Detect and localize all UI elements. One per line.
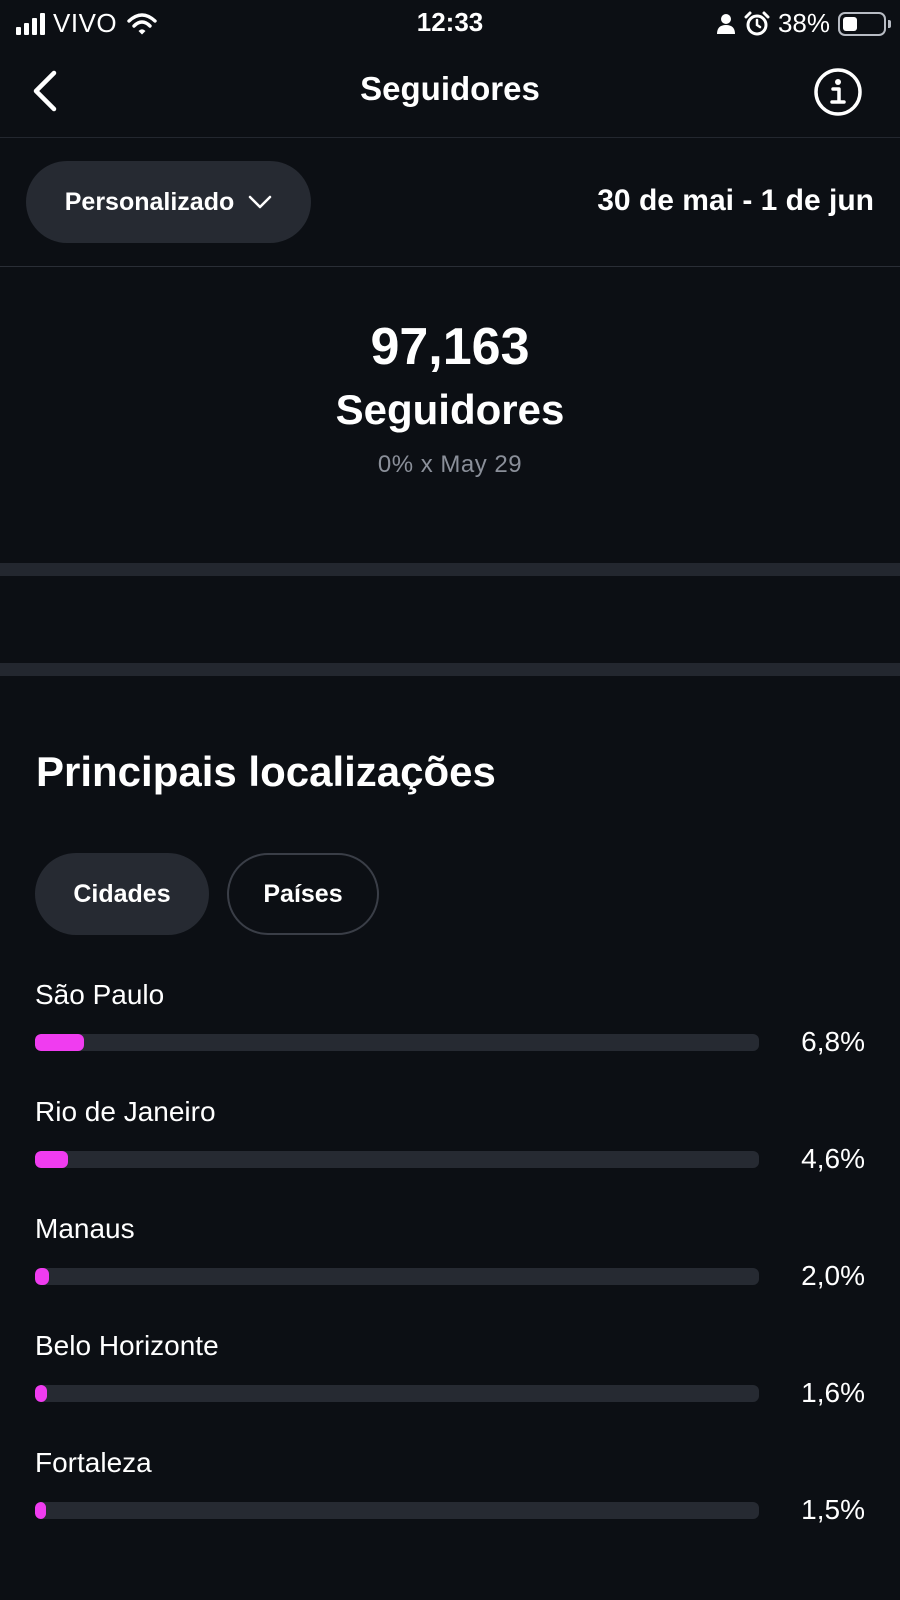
battery-percent: 38% [777, 8, 830, 38]
location-bar-fill [35, 1502, 46, 1519]
location-percent: 1,6% [801, 1377, 865, 1408]
location-bar-track [35, 1151, 759, 1168]
date-range-dropdown-label: Personalizado [64, 187, 235, 216]
location-bar-fill [35, 1385, 47, 1402]
location-name: Fortaleza [35, 1447, 152, 1478]
tab-countries[interactable]: Países [227, 853, 379, 935]
status-right: 38% [716, 8, 891, 39]
location-bar-fill [35, 1034, 84, 1051]
section-divider [0, 563, 900, 576]
tab-cities[interactable]: Cidades [35, 853, 209, 935]
list-item: Belo Horizonte 1,6% [35, 1329, 865, 1446]
location-name: Rio de Janeiro [35, 1096, 216, 1127]
location-percent: 1,5% [801, 1494, 865, 1525]
location-bar-fill [35, 1151, 68, 1168]
battery-icon [838, 11, 891, 36]
info-button[interactable] [812, 66, 864, 118]
comparison-text: 0% x May 29 [377, 451, 523, 478]
battery-nub [888, 19, 891, 28]
location-name: Belo Horizonte [35, 1330, 219, 1361]
top-locations-title: Principais localizações [36, 748, 496, 795]
location-bar-track [35, 1034, 759, 1051]
location-tabs: Cidades Países [35, 853, 379, 935]
location-percent: 4,6% [801, 1143, 865, 1174]
list-item: São Paulo 6,8% [35, 978, 865, 1095]
location-name: São Paulo [35, 979, 165, 1010]
battery-fill [843, 16, 857, 31]
location-bar-track [35, 1385, 759, 1402]
filter-row: Personalizado 30 de mai - 1 de jun [0, 138, 900, 267]
list-item: Rio de Janeiro 4,6% [35, 1095, 865, 1212]
info-icon [814, 68, 862, 116]
location-bar-track [35, 1502, 759, 1519]
page-title: Seguidores [360, 70, 540, 107]
alarm-icon [744, 11, 770, 35]
followers-count: 97,163 [370, 318, 530, 376]
location-name: Manaus [35, 1213, 135, 1244]
date-range-dropdown[interactable]: Personalizado [26, 161, 311, 243]
section-divider [0, 663, 900, 676]
date-range-text: 30 de mai - 1 de jun [597, 184, 874, 217]
person-icon [716, 13, 735, 34]
followers-count-label: Seguidores [335, 386, 565, 433]
location-bar-fill [35, 1268, 49, 1285]
list-item: Manaus 2,0% [35, 1212, 865, 1329]
location-percent: 6,8% [801, 1026, 865, 1057]
location-list: São Paulo 6,8% Rio de Janeiro 4,6% Manau… [35, 978, 865, 1563]
location-percent: 2,0% [801, 1260, 865, 1291]
status-bar: VIVO 12:33 38% [0, 0, 900, 46]
nav-header: Seguidores [0, 46, 900, 138]
followers-summary: 97,163 Seguidores 0% x May 29 [0, 267, 900, 563]
list-item: Fortaleza 1,5% [35, 1446, 865, 1563]
location-bar-track [35, 1268, 759, 1285]
chevron-down-icon [249, 195, 272, 209]
followers-screen: VIVO 12:33 38% Seguidores Personalizado … [0, 0, 900, 1600]
